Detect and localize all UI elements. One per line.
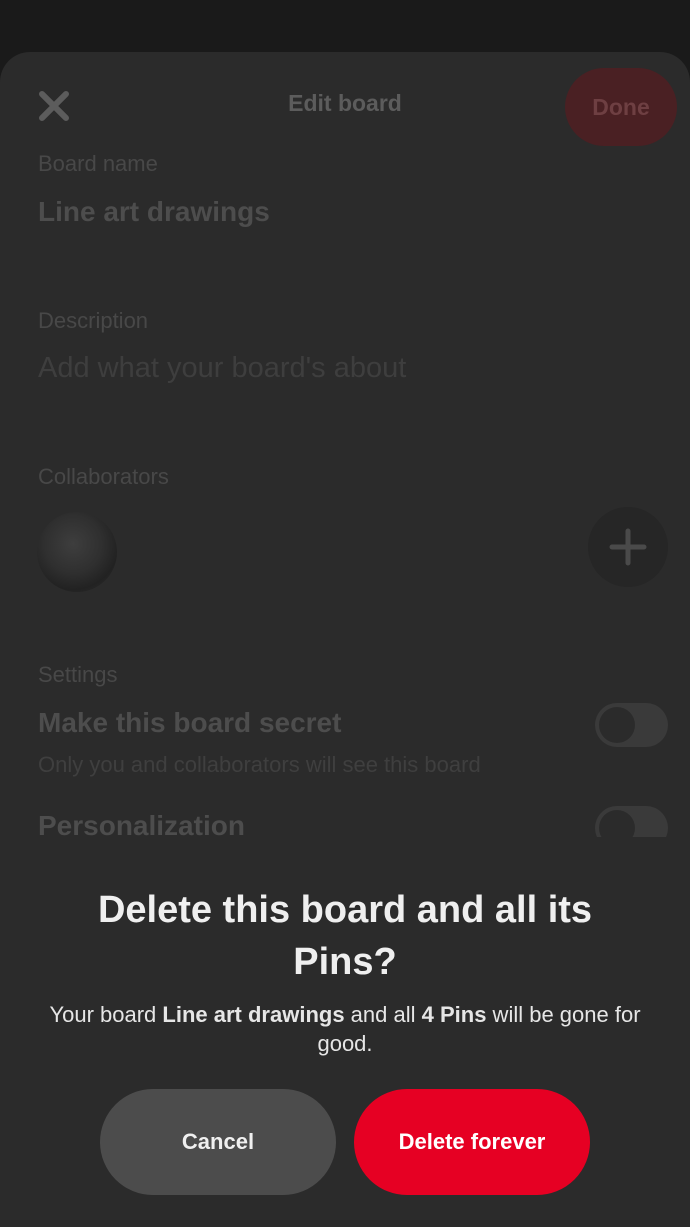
done-button[interactable]: Done — [565, 68, 677, 146]
delete-forever-button[interactable]: Delete forever — [354, 1089, 590, 1195]
description-field[interactable]: Add what your board's about — [38, 352, 406, 385]
toggle-knob — [599, 707, 635, 743]
board-name-label: Board name — [38, 151, 158, 176]
secret-setting-title: Make this board secret — [38, 707, 342, 738]
message-pin-count: 4 Pins — [421, 1002, 487, 1027]
secret-setting-description: Only you and collaborators will see this… — [38, 752, 481, 777]
collaborators-label: Collaborators — [38, 464, 169, 489]
settings-label: Settings — [38, 662, 118, 687]
add-collaborator-button[interactable] — [588, 507, 668, 587]
description-label: Description — [38, 308, 149, 333]
collaborator-avatar[interactable] — [37, 512, 117, 592]
message-board-name: Line art drawings — [162, 1002, 345, 1027]
message-middle: and all — [344, 1002, 422, 1027]
dialog-title: Delete this board and all its Pins? — [97, 889, 593, 983]
screen: Edit board Done Board name Line art draw… — [0, 0, 690, 1227]
cancel-button[interactable]: Cancel — [100, 1089, 336, 1195]
header: Edit board Done — [0, 52, 690, 162]
delete-dialog: Delete this board and all its Pins? Your… — [0, 837, 690, 1227]
board-name-field[interactable]: Line art drawings — [38, 196, 270, 228]
secret-toggle[interactable] — [595, 703, 668, 747]
plus-icon — [609, 528, 647, 566]
message-prefix: Your board — [49, 1002, 163, 1027]
dialog-message: Your board Line art drawings and all 4 P… — [40, 1000, 650, 1058]
